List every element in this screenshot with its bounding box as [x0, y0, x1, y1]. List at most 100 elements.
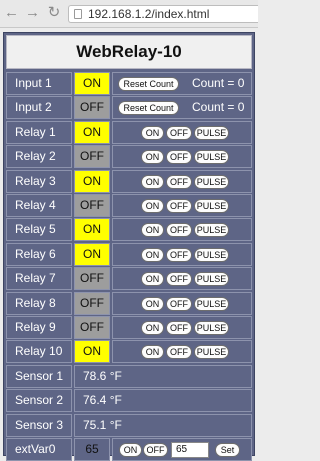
relay-pulse-button[interactable]: PULSE — [194, 272, 229, 286]
address-url[interactable]: 192.168.1.2/index.html — [88, 7, 209, 22]
relay-pulse-button[interactable]: PULSE — [194, 199, 229, 213]
relay-pulse-button[interactable]: PULSE — [194, 321, 229, 335]
input-controls: Reset Count Count = 0 — [112, 72, 252, 95]
relay-on-button[interactable]: ON — [141, 297, 164, 311]
relay-controls: ON OFF PULSE — [112, 267, 252, 290]
relay-row: Relay 3 ON ON OFF PULSE — [6, 170, 252, 193]
extvar-value: 65 — [74, 438, 110, 461]
relay-state: OFF — [74, 316, 110, 339]
relay-state: OFF — [74, 145, 110, 168]
relay-controls: ON OFF PULSE — [112, 121, 252, 144]
relay-controls: ON OFF PULSE — [112, 340, 252, 363]
input-controls: Reset Count Count = 0 — [112, 96, 252, 119]
relay-off-button[interactable]: OFF — [166, 272, 192, 286]
relay-state: OFF — [74, 267, 110, 290]
relay-off-button[interactable]: OFF — [166, 126, 192, 140]
relay-controls: ON OFF PULSE — [112, 170, 252, 193]
sensor-label: Sensor 1 — [6, 365, 72, 388]
extvar-off-button[interactable]: OFF — [143, 443, 168, 457]
relay-row: Relay 7 OFF ON OFF PULSE — [6, 267, 252, 290]
set-button[interactable]: Set — [215, 443, 240, 457]
relay-label: Relay 2 — [6, 145, 72, 168]
relay-controls: ON OFF PULSE — [112, 316, 252, 339]
relay-on-button[interactable]: ON — [141, 223, 164, 237]
relay-row: Relay 4 OFF ON OFF PULSE — [6, 194, 252, 217]
sensor-label: Sensor 2 — [6, 389, 72, 412]
page-title: WebRelay-10 — [6, 35, 252, 69]
relay-label: Relay 4 — [6, 194, 72, 217]
sensor-value: 76.4 °F — [74, 389, 252, 412]
relay-on-button[interactable]: ON — [141, 248, 164, 262]
relay-controls: ON OFF PULSE — [112, 145, 252, 168]
relay-off-button[interactable]: OFF — [166, 150, 192, 164]
relay-on-button[interactable]: ON — [141, 150, 164, 164]
relay-row: Relay 5 ON ON OFF PULSE — [6, 218, 252, 241]
relay-row: Relay 10 ON ON OFF PULSE — [6, 340, 252, 363]
relay-off-button[interactable]: OFF — [166, 297, 192, 311]
input-label: Input 1 — [6, 72, 72, 95]
relay-state: ON — [74, 121, 110, 144]
sensor-value: 75.1 °F — [74, 414, 252, 437]
reset-count-button[interactable]: Reset Count — [118, 77, 179, 91]
relay-pulse-button[interactable]: PULSE — [194, 297, 229, 311]
page-icon — [74, 9, 82, 19]
relay-state: ON — [74, 243, 110, 266]
relay-label: Relay 3 — [6, 170, 72, 193]
relay-on-button[interactable]: ON — [141, 321, 164, 335]
extvar-controls: ON OFF 65 Set — [112, 438, 252, 461]
relay-row: Relay 2 OFF ON OFF PULSE — [6, 145, 252, 168]
relay-label: Relay 7 — [6, 267, 72, 290]
sensor-row: Sensor 2 76.4 °F — [6, 389, 252, 412]
forward-arrow-icon[interactable]: → — [25, 5, 40, 21]
relay-on-button[interactable]: ON — [141, 272, 164, 286]
relay-pulse-button[interactable]: PULSE — [194, 223, 229, 237]
relay-label: Relay 5 — [6, 218, 72, 241]
relay-row: Relay 6 ON ON OFF PULSE — [6, 243, 252, 266]
extvar-row: extVar0 65 ON OFF 65 Set — [6, 438, 252, 461]
relay-on-button[interactable]: ON — [141, 199, 164, 213]
input-state: OFF — [74, 96, 110, 119]
relay-state: OFF — [74, 292, 110, 315]
relay-off-button[interactable]: OFF — [166, 345, 192, 359]
back-arrow-icon[interactable]: ← — [4, 5, 19, 21]
relay-off-button[interactable]: OFF — [166, 321, 192, 335]
relay-off-button[interactable]: OFF — [166, 223, 192, 237]
relay-row: Relay 9 OFF ON OFF PULSE — [6, 316, 252, 339]
relay-label: Relay 1 — [6, 121, 72, 144]
extvar-label: extVar0 — [6, 438, 72, 461]
input-row: Input 1 ON Reset Count Count = 0 — [6, 72, 252, 95]
relay-label: Relay 9 — [6, 316, 72, 339]
relay-pulse-button[interactable]: PULSE — [194, 175, 229, 189]
relay-controls: ON OFF PULSE — [112, 292, 252, 315]
relay-on-button[interactable]: ON — [141, 126, 164, 140]
relay-pulse-button[interactable]: PULSE — [194, 248, 229, 262]
relay-pulse-button[interactable]: PULSE — [194, 126, 229, 140]
address-bar[interactable]: 192.168.1.2/index.html — [68, 5, 258, 23]
input-count: Count = 0 — [192, 100, 245, 114]
relay-off-button[interactable]: OFF — [166, 199, 192, 213]
relay-label: Relay 8 — [6, 292, 72, 315]
relay-label: Relay 6 — [6, 243, 72, 266]
sensor-label: Sensor 3 — [6, 414, 72, 437]
sensor-value: 78.6 °F — [74, 365, 252, 388]
relay-on-button[interactable]: ON — [141, 345, 164, 359]
relay-off-button[interactable]: OFF — [166, 175, 192, 189]
relay-controls: ON OFF PULSE — [112, 218, 252, 241]
relay-state: ON — [74, 340, 110, 363]
relay-off-button[interactable]: OFF — [166, 248, 192, 262]
relay-pulse-button[interactable]: PULSE — [194, 150, 229, 164]
relay-row: Relay 1 ON ON OFF PULSE — [6, 121, 252, 144]
relay-state: ON — [74, 170, 110, 193]
relay-controls: ON OFF PULSE — [112, 243, 252, 266]
input-row: Input 2 OFF Reset Count Count = 0 — [6, 96, 252, 119]
relay-controls: ON OFF PULSE — [112, 194, 252, 217]
reset-count-button[interactable]: Reset Count — [118, 101, 179, 115]
reload-icon[interactable]: ↻ — [47, 5, 61, 21]
relay-on-button[interactable]: ON — [141, 175, 164, 189]
relay-row: Relay 8 OFF ON OFF PULSE — [6, 292, 252, 315]
relay-pulse-button[interactable]: PULSE — [194, 345, 229, 359]
input-state: ON — [74, 72, 110, 95]
sensor-row: Sensor 1 78.6 °F — [6, 365, 252, 388]
extvar-on-button[interactable]: ON — [119, 443, 142, 457]
relay-label: Relay 10 — [6, 340, 72, 363]
